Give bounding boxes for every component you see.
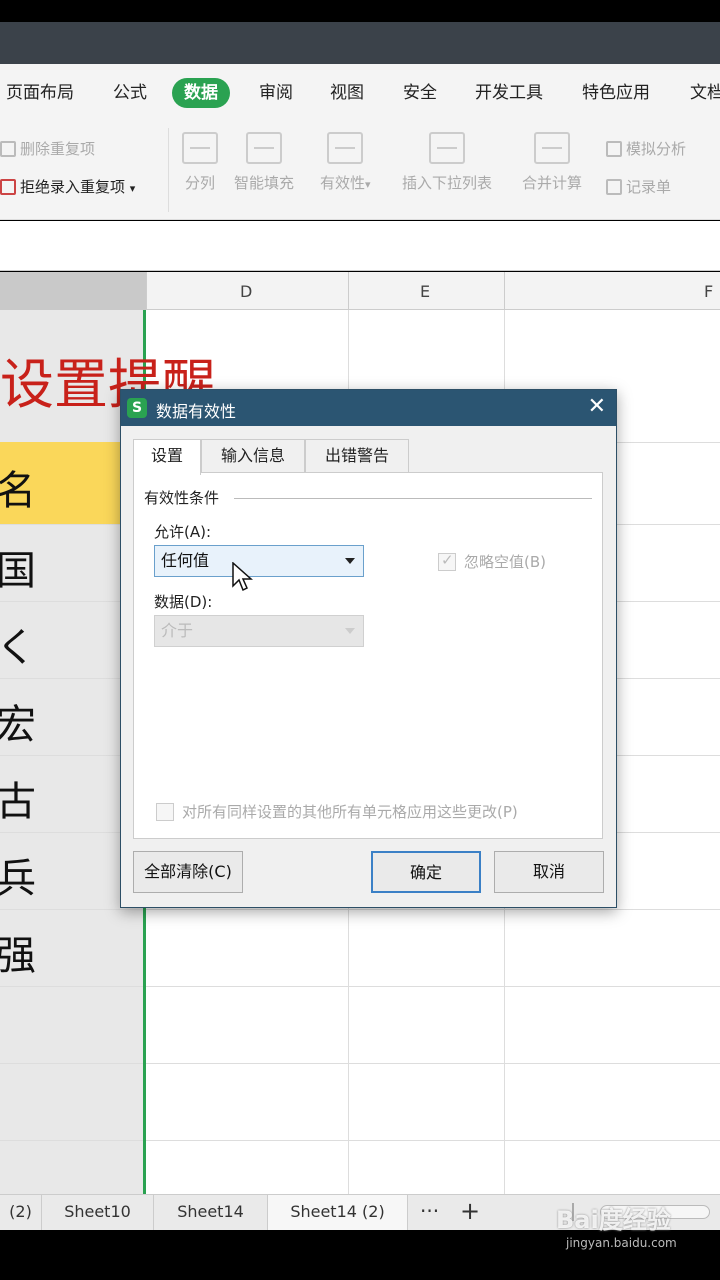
apply-all-checkbox[interactable] bbox=[156, 803, 174, 821]
column-divider bbox=[504, 272, 505, 310]
cell-text[interactable]: 兵 bbox=[0, 846, 36, 904]
ignore-blank-checkbox[interactable] bbox=[438, 551, 456, 571]
record-icon bbox=[606, 179, 622, 195]
cell-text[interactable]: く bbox=[0, 615, 36, 673]
smart-fill-icon bbox=[246, 132, 282, 164]
tab-data[interactable]: 数据 bbox=[172, 78, 230, 108]
sheet-tab[interactable]: (2) bbox=[0, 1195, 42, 1230]
tab-special[interactable]: 特色应用 bbox=[582, 78, 650, 108]
watermark: Bai度经验 bbox=[556, 1206, 671, 1234]
split-button[interactable]: 分列 bbox=[182, 132, 218, 193]
consolidate-icon bbox=[534, 132, 570, 164]
column-header-selected[interactable] bbox=[0, 272, 146, 310]
simulate-button[interactable]: 模拟分析 bbox=[606, 138, 686, 159]
smart-fill-button[interactable]: 智能填充 bbox=[234, 132, 294, 193]
insert-dropdown-button[interactable]: 插入下拉列表 bbox=[402, 132, 492, 193]
tab-settings[interactable]: 设置 bbox=[133, 439, 201, 475]
reject-duplicates-icon bbox=[0, 179, 16, 195]
tab-security[interactable]: 安全 bbox=[403, 78, 437, 108]
cancel-button[interactable]: 取消 bbox=[494, 851, 604, 893]
wps-logo-icon: S bbox=[127, 398, 147, 418]
remove-duplicates-icon bbox=[0, 141, 16, 157]
chevron-down-icon: ▾ bbox=[365, 178, 371, 191]
watermark-url: jingyan.baidu.com bbox=[566, 1236, 677, 1250]
add-sheet-icon[interactable]: + bbox=[460, 1195, 480, 1230]
row-divider bbox=[0, 1063, 720, 1064]
mouse-cursor-icon bbox=[232, 562, 253, 592]
split-icon bbox=[182, 132, 218, 164]
allow-label: 允许(A): bbox=[154, 523, 212, 541]
chevron-down-icon bbox=[345, 558, 355, 564]
column-header-f[interactable]: F bbox=[704, 282, 713, 301]
data-select[interactable]: 介于 bbox=[154, 615, 364, 647]
cell-text[interactable]: 强 bbox=[0, 923, 36, 981]
reject-duplicates-button[interactable]: 拒绝录入重复项 ▾ bbox=[0, 176, 135, 197]
chevron-down-icon: ▾ bbox=[129, 182, 136, 195]
sheet-tab[interactable]: Sheet14 bbox=[154, 1195, 268, 1230]
column-header-e[interactable]: E bbox=[420, 282, 430, 301]
dialog-title-bar[interactable]: S 数据有效性 ✕ bbox=[121, 390, 616, 426]
allow-select[interactable]: 任何值 bbox=[154, 545, 364, 577]
simulate-icon bbox=[606, 141, 622, 157]
chevron-down-icon bbox=[345, 628, 355, 634]
column-divider bbox=[146, 272, 147, 310]
sheet-tab-active[interactable]: Sheet14 (2) bbox=[268, 1195, 408, 1230]
validity-button[interactable]: 有效性▾ bbox=[320, 132, 371, 193]
status-bar bbox=[0, 0, 720, 22]
tab-input-message[interactable]: 输入信息 bbox=[201, 439, 305, 473]
ribbon-toolbar: 删除重复项 拒绝录入重复项 ▾ 分列 智能填充 有效性▾ 插入下拉列表 合并计算… bbox=[0, 120, 720, 220]
tab-error-alert[interactable]: 出错警告 bbox=[305, 439, 409, 473]
column-header-d[interactable]: D bbox=[240, 282, 252, 301]
row-divider bbox=[0, 986, 720, 987]
apply-all-label: 对所有同样设置的其他所有单元格应用这些更改(P) bbox=[182, 803, 518, 821]
cell-text[interactable]: 古 bbox=[0, 769, 36, 827]
close-icon[interactable]: ✕ bbox=[588, 394, 606, 419]
tab-developer[interactable]: 开发工具 bbox=[475, 78, 543, 108]
record-button[interactable]: 记录单 bbox=[606, 176, 671, 197]
row-divider bbox=[0, 909, 720, 910]
cell-text[interactable]: 名 bbox=[0, 458, 36, 516]
tab-document[interactable]: 文档 bbox=[690, 78, 720, 108]
toolbar-separator bbox=[168, 128, 169, 212]
cell-text[interactable]: 国 bbox=[0, 538, 36, 596]
remove-duplicates-button[interactable]: 删除重复项 bbox=[0, 138, 95, 159]
formula-bar[interactable] bbox=[0, 221, 720, 271]
more-sheets-icon[interactable]: ··· bbox=[420, 1195, 439, 1230]
tab-formula[interactable]: 公式 bbox=[113, 78, 147, 108]
cell-text[interactable]: 宏 bbox=[0, 692, 36, 750]
validity-icon bbox=[327, 132, 364, 164]
clear-all-button[interactable]: 全部清除(C) bbox=[133, 851, 243, 893]
validation-criteria-label: 有效性条件 bbox=[144, 487, 224, 508]
column-header: D E F bbox=[0, 272, 720, 310]
data-validation-dialog: S 数据有效性 ✕ 设置 输入信息 出错警告 有效性条件 允许(A): 任何值 … bbox=[120, 389, 617, 908]
insert-dropdown-icon bbox=[429, 132, 465, 164]
data-label: 数据(D): bbox=[154, 593, 213, 611]
tab-page-layout[interactable]: 页面布局 bbox=[6, 78, 74, 108]
sheet-tab[interactable]: Sheet10 bbox=[42, 1195, 154, 1230]
tab-review[interactable]: 审阅 bbox=[259, 78, 293, 108]
ignore-blank-label: 忽略空值(B) bbox=[464, 553, 546, 571]
group-divider bbox=[234, 498, 592, 499]
ribbon-tabs: 页面布局 公式 数据 审阅 视图 安全 开发工具 特色应用 文档 bbox=[0, 64, 720, 120]
tab-view[interactable]: 视图 bbox=[330, 78, 364, 108]
row-divider bbox=[0, 1140, 720, 1141]
dialog-title: 数据有效性 bbox=[156, 402, 237, 421]
ok-button[interactable]: 确定 bbox=[371, 851, 481, 893]
settings-panel: 有效性条件 允许(A): 任何值 忽略空值(B) 数据(D): 介于 对所有同样… bbox=[133, 472, 603, 839]
consolidate-button[interactable]: 合并计算 bbox=[522, 132, 582, 193]
column-divider bbox=[348, 272, 349, 310]
title-bar bbox=[0, 22, 720, 64]
